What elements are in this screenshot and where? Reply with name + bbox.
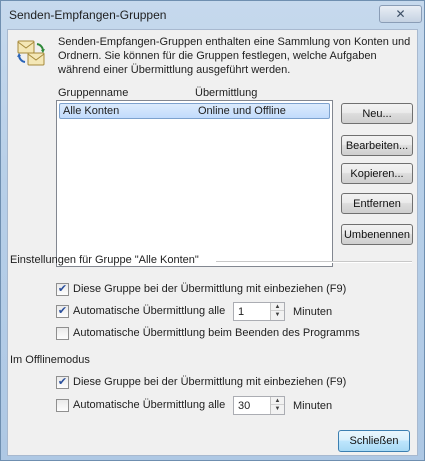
column-header-transfer[interactable]: Übermittlung	[195, 87, 257, 99]
auto-send-receive-checkbox[interactable]: ✔	[56, 305, 69, 318]
spinner-arrows: ▲ ▼	[270, 303, 284, 320]
auto-on-exit-checkbox[interactable]	[56, 327, 69, 340]
rename-button[interactable]: Umbenennen	[341, 224, 413, 245]
offline-auto-send-receive-label: Automatische Übermittlung alle	[73, 399, 226, 411]
offline-include-group-checkbox[interactable]: ✔	[56, 376, 69, 389]
dialog-body: Senden-Empfangen-Gruppen enthalten eine …	[7, 29, 418, 456]
dialog-window: Senden-Empfangen-Gruppen ✕ Senden-Empfan…	[0, 0, 425, 461]
intro-text: Senden-Empfangen-Gruppen enthalten eine …	[58, 36, 411, 76]
settings-section-title: Einstellungen für Gruppe "Alle Konten"	[10, 254, 199, 266]
new-button[interactable]: Neu...	[341, 103, 413, 124]
copy-button[interactable]: Kopieren...	[341, 163, 413, 184]
window-title: Senden-Empfangen-Gruppen	[9, 8, 167, 22]
include-group-checkbox[interactable]: ✔	[56, 283, 69, 296]
list-item[interactable]: Alle Konten Online und Offline	[59, 103, 330, 119]
checkmark-icon: ✔	[57, 376, 68, 388]
checkmark-icon: ✔	[57, 283, 68, 295]
interval-value[interactable]: 1	[238, 306, 244, 318]
spin-up-icon[interactable]: ▲	[271, 303, 284, 311]
offline-section-title: Im Offlinemodus	[10, 354, 90, 366]
offline-auto-send-receive-checkbox[interactable]	[56, 399, 69, 412]
offline-interval-spinner[interactable]: 30 ▲ ▼	[233, 396, 285, 415]
interval-unit: Minuten	[293, 306, 333, 318]
column-header-group-name[interactable]: Gruppenname	[58, 87, 128, 99]
groups-list[interactable]: Alle Konten Online und Offline	[56, 100, 333, 267]
send-receive-groups-icon	[17, 40, 45, 66]
group-name-cell: Alle Konten	[63, 105, 120, 117]
spin-up-icon[interactable]: ▲	[271, 397, 284, 405]
group-transfer-cell: Online und Offline	[198, 105, 286, 117]
spinner-arrows: ▲ ▼	[270, 397, 284, 414]
spin-down-icon[interactable]: ▼	[271, 311, 284, 319]
edit-button[interactable]: Bearbeiten...	[341, 135, 413, 156]
offline-include-group-label: Diese Gruppe bei der Übermittlung mit ei…	[73, 376, 347, 388]
section-divider	[216, 261, 412, 263]
interval-spinner[interactable]: 1 ▲ ▼	[233, 302, 285, 321]
window-close-button[interactable]: ✕	[379, 5, 422, 23]
close-button[interactable]: Schließen	[338, 430, 410, 452]
auto-send-receive-label: Automatische Übermittlung alle	[73, 305, 226, 317]
spin-down-icon[interactable]: ▼	[271, 405, 284, 413]
offline-interval-value[interactable]: 30	[238, 400, 250, 412]
offline-interval-unit: Minuten	[293, 400, 333, 412]
checkmark-icon: ✔	[57, 305, 68, 317]
remove-button[interactable]: Entfernen	[341, 193, 413, 214]
auto-on-exit-label: Automatische Übermittlung beim Beenden d…	[73, 327, 360, 339]
close-icon: ✕	[395, 7, 406, 21]
title-bar: Senden-Empfangen-Gruppen ✕	[1, 1, 424, 28]
include-group-label: Diese Gruppe bei der Übermittlung mit ei…	[73, 283, 347, 295]
